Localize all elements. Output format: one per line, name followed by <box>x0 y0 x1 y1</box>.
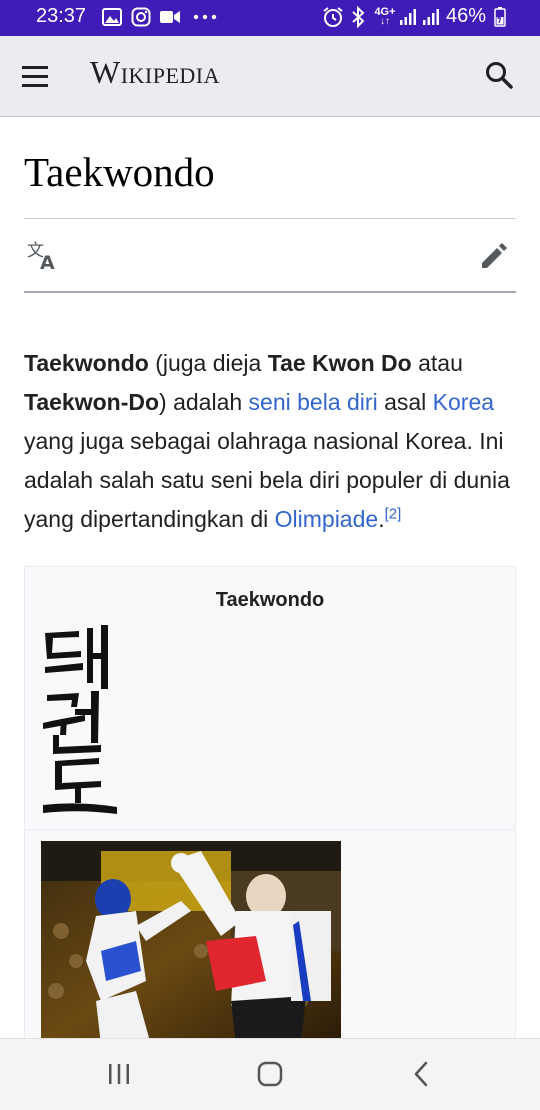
battery-percent: 46% <box>446 5 487 27</box>
link-korea[interactable]: Korea <box>433 389 494 415</box>
page-title: Taekwondo <box>24 149 215 195</box>
infobox: Taekwondo <box>24 566 516 1046</box>
navigation-bar <box>0 1038 540 1110</box>
bluetooth-icon <box>348 6 368 28</box>
divider <box>24 218 516 219</box>
lead-text: yang juga sebagai olahraga nasional Kore… <box>24 428 510 532</box>
back-icon[interactable] <box>401 1057 441 1091</box>
signal-icon <box>398 6 418 28</box>
lead-text: ) adalah <box>159 389 249 415</box>
menu-icon[interactable] <box>20 60 58 94</box>
lead-text: (juga dieja <box>148 350 268 376</box>
home-icon[interactable] <box>250 1057 290 1091</box>
status-bar: 23:37 4G+ ↓↑ 46% <box>0 0 540 36</box>
alarm-icon <box>321 6 345 28</box>
search-icon[interactable] <box>484 60 518 94</box>
divider <box>25 829 515 830</box>
status-time: 23:37 <box>36 5 87 27</box>
edit-icon[interactable] <box>478 240 512 274</box>
hangul-calligraphy-image[interactable] <box>39 623 119 823</box>
wikipedia-wordmark[interactable]: Wikipedia <box>90 54 220 91</box>
bold-term: Taekwon-Do <box>24 389 160 415</box>
svg-text:A: A <box>40 252 55 270</box>
bold-term: Taekwondo <box>24 350 149 376</box>
signal-icon <box>421 6 441 28</box>
lead-text: atau <box>411 350 463 376</box>
link-olimpiade[interactable]: Olimpiade <box>275 506 379 532</box>
instagram-icon <box>130 6 152 28</box>
battery-icon <box>492 6 508 28</box>
network-icon: 4G+ ↓↑ <box>374 6 396 27</box>
gallery-icon <box>101 6 123 28</box>
lead-text: asal <box>377 389 433 415</box>
more-icon <box>192 6 218 28</box>
lead-paragraph: Taekwondo (juga dieja Tae Kwon Do atau T… <box>24 344 516 539</box>
recents-icon[interactable] <box>99 1057 139 1091</box>
reference-link[interactable]: [2] <box>385 505 402 522</box>
taekwondo-match-photo[interactable] <box>41 841 341 1045</box>
app-header: Wikipedia <box>0 36 540 117</box>
link-seni-bela-diri[interactable]: seni bela diri <box>249 389 378 415</box>
divider <box>24 291 516 293</box>
infobox-title: Taekwondo <box>215 589 325 611</box>
bold-term: Tae Kwon Do <box>267 350 412 376</box>
video-icon <box>159 6 181 28</box>
language-icon[interactable]: 文 A <box>26 240 62 274</box>
